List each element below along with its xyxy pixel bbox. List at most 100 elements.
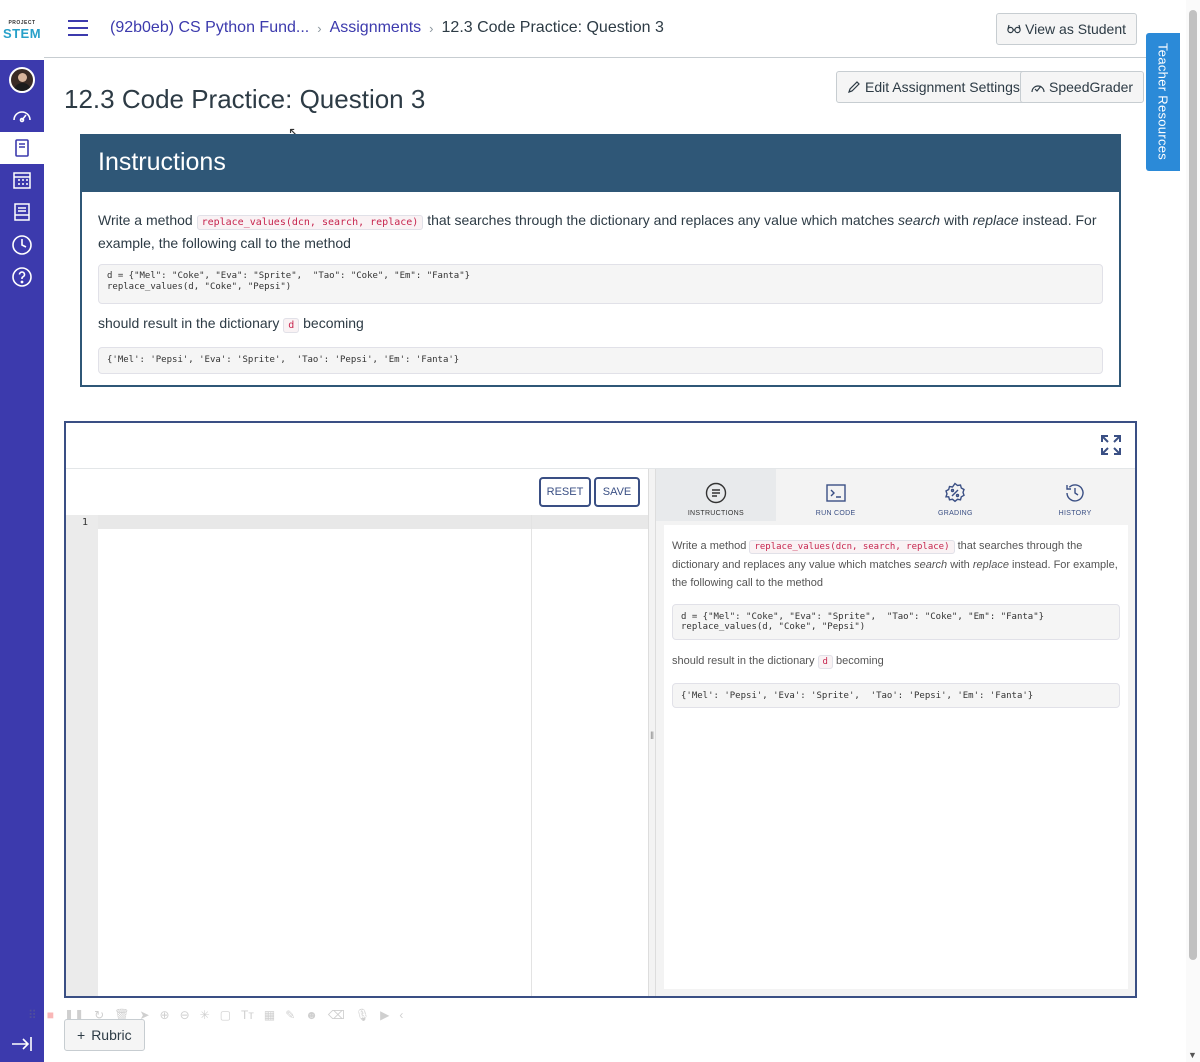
breadcrumb-current: 12.3 Code Practice: Question 3 (441, 19, 664, 36)
rubric-label: Rubric (91, 1027, 132, 1043)
dashboard-icon (13, 111, 31, 123)
splitter-grip-icon: ‖ (650, 731, 655, 742)
blur-icon[interactable]: ▦ (264, 1008, 275, 1022)
grading-badge-icon (945, 482, 966, 503)
plus-icon: + (77, 1027, 86, 1043)
scroll-down-arrow-icon[interactable]: ▼ (1188, 1050, 1197, 1060)
project-stem-logo[interactable]: PROJECT STEM (0, 0, 44, 60)
breadcrumb-assignments[interactable]: Assignments (330, 19, 422, 37)
zoom-out-icon[interactable]: ⊖ (180, 1008, 190, 1022)
hamburger-icon[interactable] (68, 20, 88, 36)
rectangle-icon[interactable]: ▢ (220, 1008, 231, 1022)
global-nav: PROJECT STEM (0, 0, 44, 1062)
inbox-icon (14, 203, 30, 221)
side-result-code-block: {'Mel': 'Pepsi', 'Eva': 'Sprite', 'Tao':… (672, 683, 1120, 708)
instructions-paragraph-2: should result in the dictionary d becomi… (98, 315, 364, 333)
reset-button[interactable]: RESET (539, 477, 591, 507)
collapse-nav-icon (12, 1037, 32, 1051)
speedgrader-icon (1031, 85, 1045, 93)
terminal-icon (825, 484, 846, 502)
save-button[interactable]: SAVE (594, 477, 640, 507)
code-editor[interactable] (98, 515, 648, 996)
text-icon[interactable]: Tт (241, 1008, 254, 1022)
side-paragraph-1: Write a method replace_values(dcn, searc… (672, 540, 1118, 589)
inline-code: d (283, 318, 300, 333)
inline-code: replace_values(dcn, search, replace) (196, 215, 424, 230)
tab-run-code[interactable]: RUN CODE (776, 469, 896, 521)
zoom-in-icon[interactable]: ⊕ (160, 1008, 170, 1022)
editor-toolbar: RESET SAVE (66, 469, 648, 515)
nav-inbox[interactable] (0, 196, 44, 228)
page-scrollbar[interactable]: ▼ (1186, 0, 1200, 1062)
glasses-icon (1007, 24, 1021, 34)
nav-courses[interactable] (0, 132, 44, 164)
help-icon (12, 267, 32, 287)
history-icon (12, 235, 32, 255)
breadcrumb-course[interactable]: (92b0eb) CS Python Fund... (110, 19, 309, 37)
rubric-button[interactable]: + Rubric (64, 1019, 145, 1051)
instructions-body: Write a method replace_values(dcn, searc… (82, 192, 1119, 374)
edit-assignment-settings-label: Edit Assignment Settings (865, 79, 1020, 95)
instructions-tab-icon (705, 482, 727, 504)
tab-label: HISTORY (1058, 510, 1092, 517)
inline-code: replace_values(dcn, search, replace) (749, 540, 955, 554)
logo-line2: STEM (2, 25, 42, 41)
pen-icon[interactable]: ✎ (285, 1008, 295, 1022)
history-tab-icon (1066, 484, 1084, 502)
drag-handle-icon[interactable]: ⠿ (28, 1008, 37, 1022)
scrollbar-thumb[interactable] (1189, 10, 1197, 960)
ide-top-bar (66, 423, 1135, 469)
pencil-icon (848, 81, 860, 93)
result-code-block: {'Mel': 'Pepsi', 'Eva': 'Sprite', 'Tao':… (98, 347, 1103, 374)
side-tabs: INSTRUCTIONS RUN CODE GRADING HISTORY (656, 469, 1135, 521)
nav-calendar[interactable] (0, 164, 44, 196)
collapse-toolbar-icon[interactable]: ‹ (399, 1008, 403, 1022)
mic-off-icon[interactable]: 🎙 (355, 1008, 370, 1022)
instructions-paragraph-1: Write a method replace_values(dcn, searc… (98, 212, 1097, 251)
inline-code: d (817, 655, 833, 669)
tab-instructions[interactable]: INSTRUCTIONS (656, 469, 776, 521)
instructions-heading: Instructions (82, 136, 1119, 192)
tab-label: GRADING (937, 510, 973, 517)
collapse-nav-button[interactable] (10, 1034, 34, 1054)
top-header: (92b0eb) CS Python Fund... › Assignments… (44, 0, 1150, 58)
account-avatar (9, 67, 35, 93)
line-number: 1 (81, 517, 88, 528)
edit-assignment-settings-button[interactable]: Edit Assignment Settings (836, 71, 1031, 103)
tab-history[interactable]: HISTORY (1015, 469, 1135, 521)
camera-icon[interactable]: ▶ (380, 1008, 389, 1022)
example-code-block: d = {"Mel": "Coke", "Eva": "Sprite", "Ta… (98, 264, 1103, 304)
eraser-icon[interactable]: ⌫ (328, 1008, 345, 1022)
expand-icon (1101, 435, 1121, 455)
tab-grading[interactable]: GRADING (896, 469, 1016, 521)
editor-pane: RESET SAVE 1 (66, 469, 648, 996)
courses-icon (15, 139, 29, 157)
breadcrumb-separator: › (317, 20, 322, 36)
side-example-code-block: d = {"Mel": "Coke", "Eva": "Sprite", "Ta… (672, 604, 1120, 640)
nav-history[interactable] (0, 229, 44, 261)
teacher-resources-label: Teacher Resources (1155, 43, 1171, 161)
side-instructions-content: Write a method replace_values(dcn, searc… (664, 525, 1128, 989)
tab-label: RUN CODE (815, 510, 856, 517)
speedgrader-label: SpeedGrader (1049, 79, 1134, 95)
view-as-student-button[interactable]: View as Student (996, 13, 1137, 45)
teacher-resources-tab[interactable]: Teacher Resources (1146, 33, 1180, 171)
nav-help[interactable] (0, 261, 44, 293)
nav-account[interactable] (0, 64, 44, 96)
instructions-panel: Instructions Write a method replace_valu… (80, 134, 1121, 387)
breadcrumb: (92b0eb) CS Python Fund... › Assignments… (110, 19, 664, 37)
tab-label: INSTRUCTIONS (687, 510, 744, 517)
pane-splitter[interactable]: ‖ (648, 469, 656, 996)
view-as-student-label: View as Student (1025, 21, 1126, 37)
stop-icon[interactable]: ■ (47, 1008, 54, 1022)
line-gutter: 1 (66, 515, 98, 996)
code-ide: RESET SAVE 1 ‖ INSTRUCTIONS RUN CODE GRA… (64, 421, 1137, 998)
speedgrader-button[interactable]: SpeedGrader (1020, 71, 1145, 103)
fullscreen-button[interactable] (1099, 433, 1123, 457)
spotlight-icon[interactable]: ✳ (200, 1008, 210, 1022)
emoji-icon[interactable]: ☻ (305, 1008, 318, 1022)
nav-dashboard[interactable] (0, 100, 44, 132)
side-paragraph-2: should result in the dictionary d becomi… (672, 655, 884, 669)
page-title: 12.3 Code Practice: Question 3 (64, 84, 426, 114)
breadcrumb-separator: › (429, 20, 434, 36)
